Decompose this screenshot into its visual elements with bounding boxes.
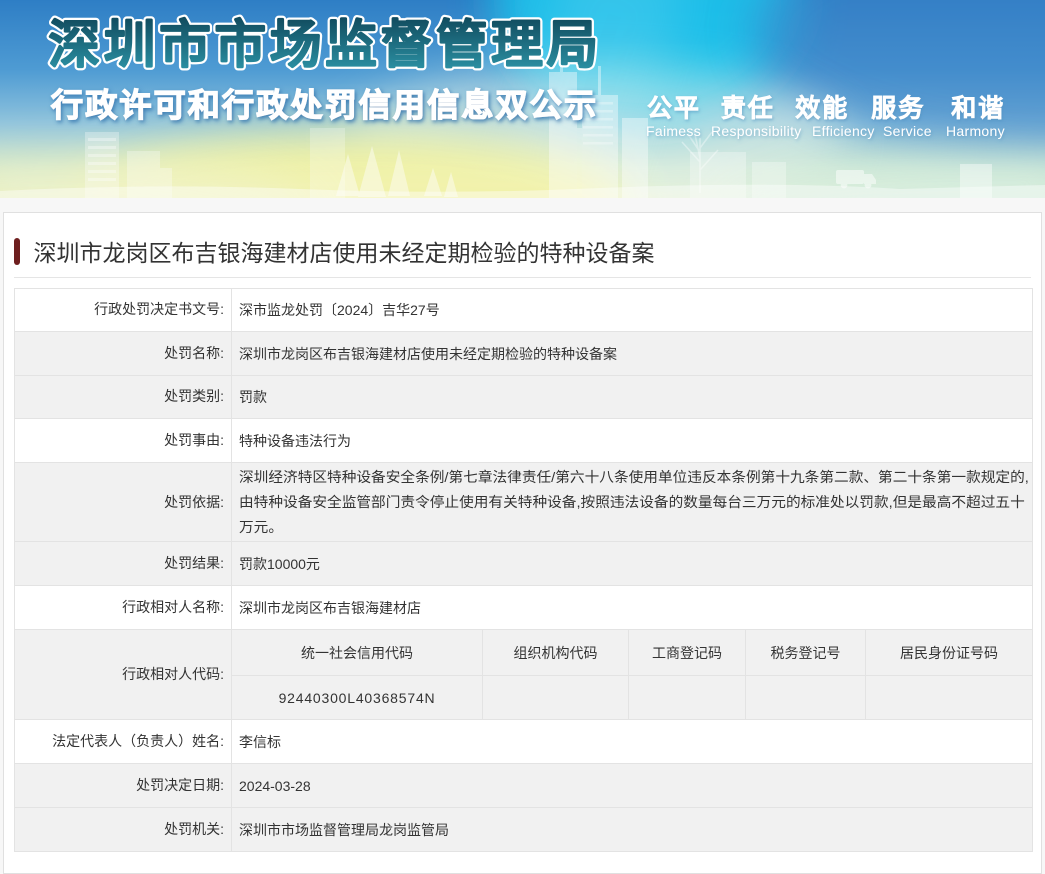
svg-text:行政许可和行政处罚信用信息双公示: 行政许可和行政处罚信用信息双公示 — [51, 87, 598, 123]
svg-text:深圳市市场监督管理局: 深圳市市场监督管理局 — [49, 16, 603, 74]
svg-text:公平责任效能服务和谐: 公平责任效能服务和谐 — [647, 94, 1005, 123]
svg-text:FaimessResponsibilityEfficienc: FaimessResponsibilityEfficiencyServiceHa… — [646, 123, 1005, 139]
